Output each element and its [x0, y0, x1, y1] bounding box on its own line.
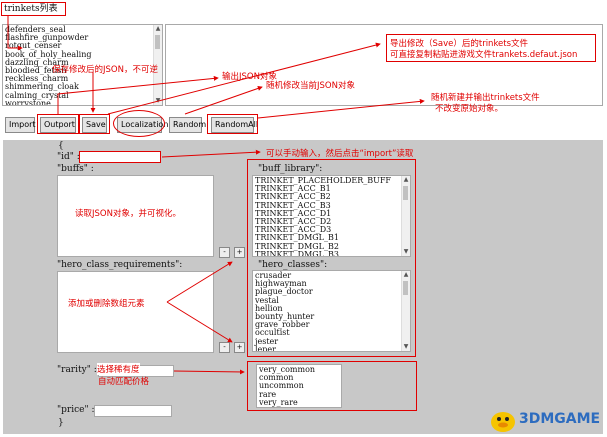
id-arrow [161, 149, 261, 158]
outport-arrow [57, 75, 219, 114]
array-arrow-up [166, 261, 233, 303]
title-arrow [7, 16, 23, 51]
export-arrow [107, 42, 381, 115]
rarity-arrow [173, 369, 245, 375]
annotation-arrows [7, 16, 425, 375]
array-arrow-down [166, 301, 233, 343]
watermark-text: 3DMGAME [519, 411, 601, 427]
duck-mascot-icon [491, 412, 515, 432]
randomall-arrow [257, 98, 425, 119]
watermark-logo: 3DMGAME [488, 405, 604, 433]
